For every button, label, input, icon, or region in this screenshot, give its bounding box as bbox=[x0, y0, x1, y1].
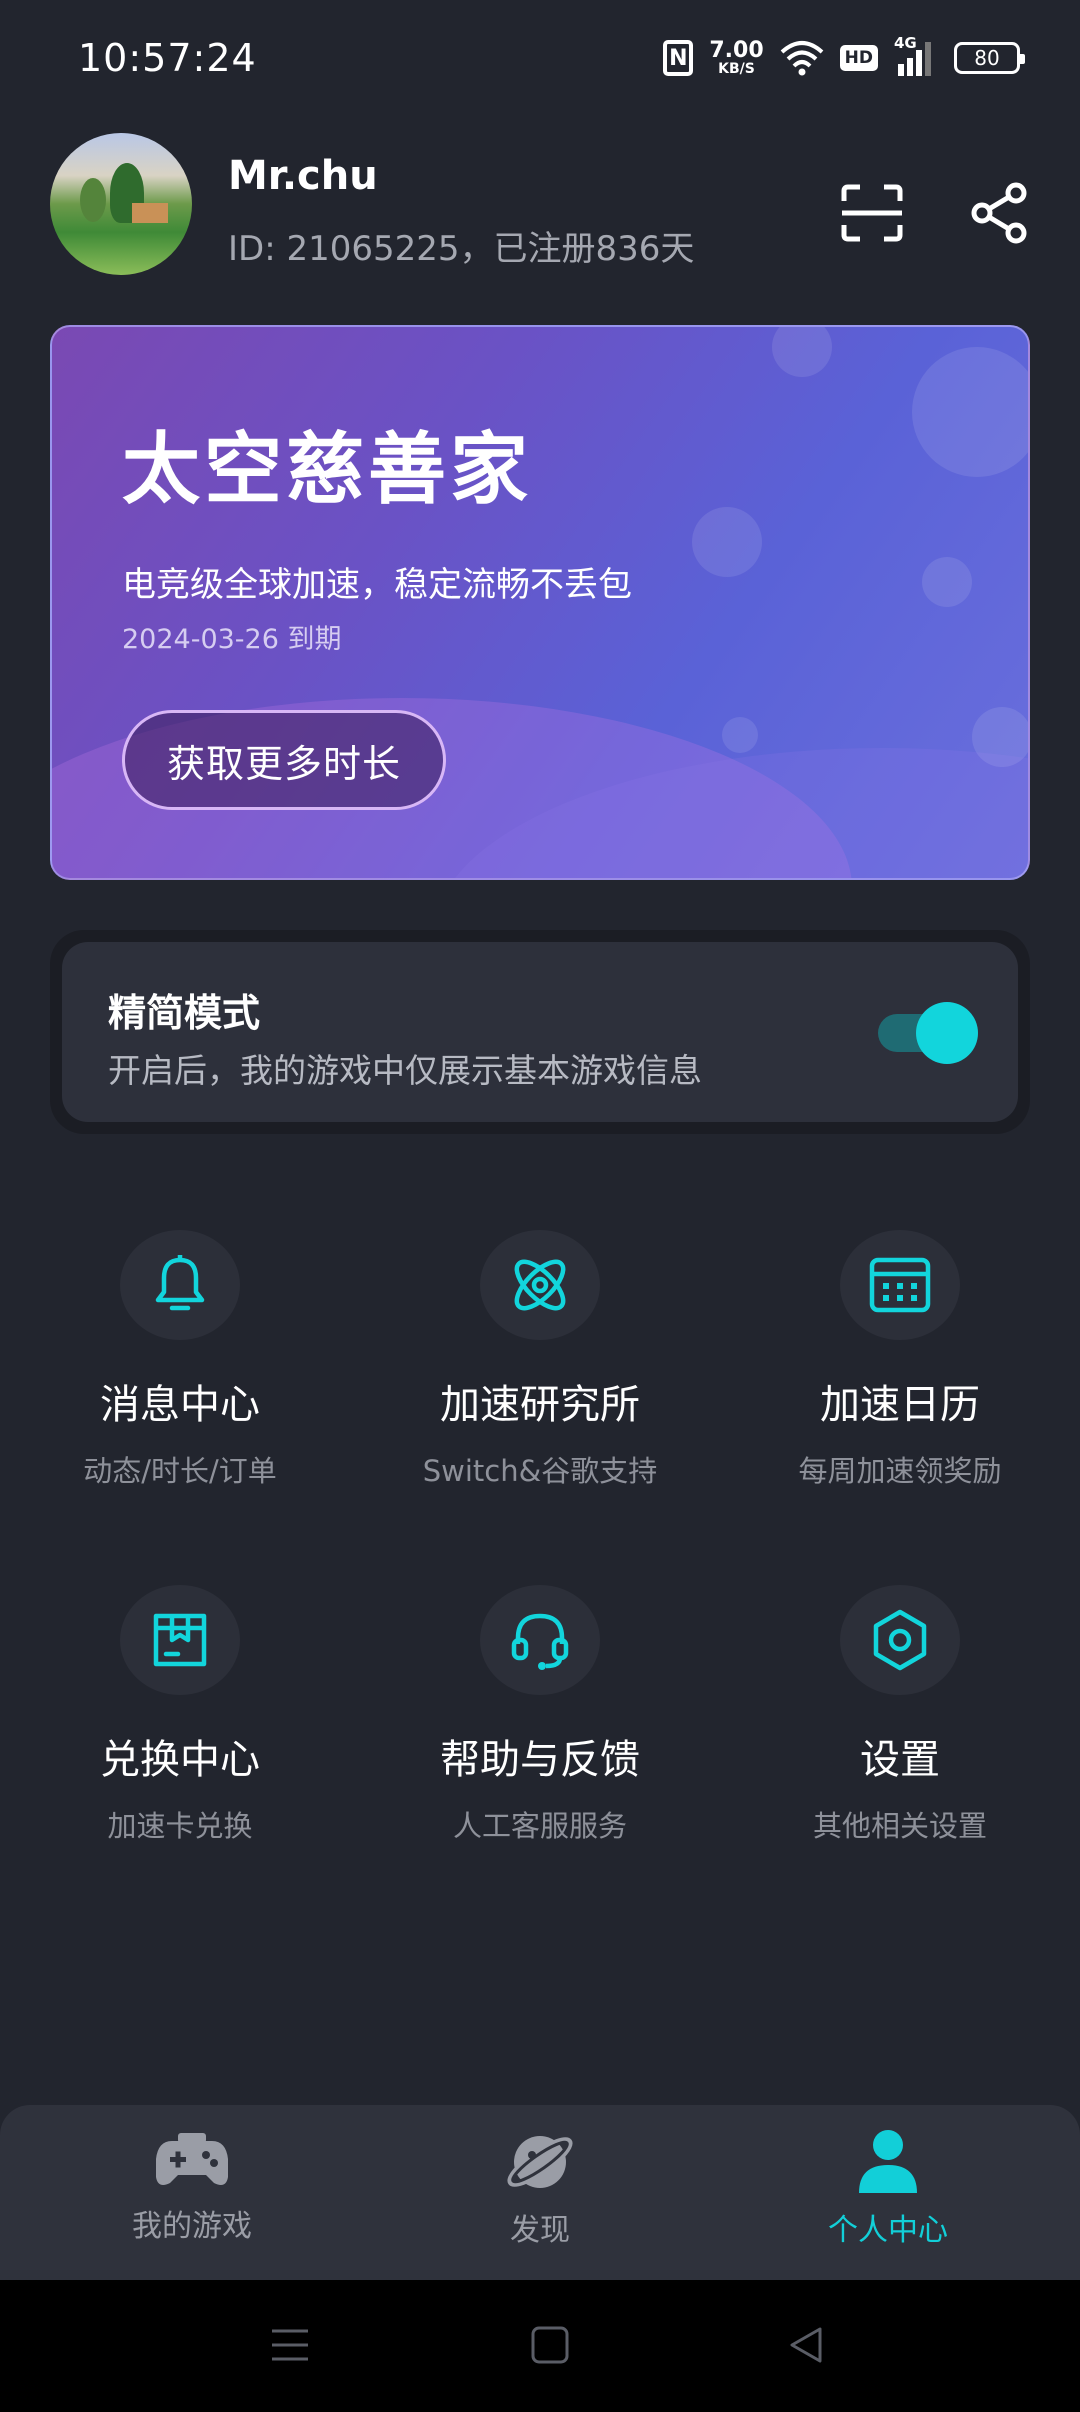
wifi-icon bbox=[780, 40, 824, 76]
menu-label: 加速日历 bbox=[820, 1382, 980, 1428]
bell-icon bbox=[120, 1230, 240, 1340]
vip-title: 太空慈善家 bbox=[122, 425, 533, 515]
user-id: ID: 21065225，已注册836天 bbox=[228, 229, 695, 269]
nav-label: 发现 bbox=[510, 2213, 570, 2248]
planet-icon bbox=[507, 2136, 573, 2188]
menu-label: 兑换中心 bbox=[100, 1737, 260, 1783]
profile-header: Mr.chu ID: 21065225，已注册836天 bbox=[0, 125, 1080, 295]
network-type: 4G bbox=[894, 34, 917, 52]
card-decoration bbox=[972, 707, 1028, 767]
vip-description: 电竞级全球加速，稳定流畅不丢包 bbox=[122, 565, 632, 605]
home-button[interactable] bbox=[520, 2320, 580, 2370]
square-icon bbox=[531, 2326, 569, 2364]
hexagon-settings-icon bbox=[840, 1585, 960, 1695]
avatar[interactable] bbox=[50, 133, 192, 275]
scan-icon bbox=[841, 184, 903, 242]
menu-label: 加速研究所 bbox=[440, 1382, 640, 1428]
battery-icon: 80 bbox=[954, 42, 1025, 74]
calendar-icon bbox=[840, 1230, 960, 1340]
menu-icon bbox=[272, 2329, 308, 2361]
nav-tab-profile[interactable]: 个人中心 bbox=[768, 2127, 1008, 2249]
back-button[interactable] bbox=[776, 2320, 836, 2370]
simple-mode-toggle[interactable] bbox=[878, 1002, 978, 1064]
simple-mode-description: 开启后，我的游戏中仅展示基本游戏信息 bbox=[108, 1051, 702, 1090]
share-icon bbox=[971, 182, 1027, 244]
username: Mr.chu bbox=[228, 153, 378, 199]
simple-mode-title: 精简模式 bbox=[108, 991, 261, 1035]
nav-tab-my-games[interactable]: 我的游戏 bbox=[72, 2127, 312, 2245]
nfc-icon: N bbox=[663, 40, 694, 76]
nav-label: 我的游戏 bbox=[132, 2209, 252, 2244]
gift-box-icon bbox=[120, 1585, 240, 1695]
net-speed-value: 7.00 bbox=[709, 38, 764, 63]
signal-icon: 4G bbox=[894, 34, 938, 78]
card-decoration bbox=[922, 557, 972, 607]
net-speed-unit: KB/S bbox=[718, 61, 755, 77]
recent-apps-button[interactable] bbox=[260, 2320, 320, 2370]
status-bar: 10:57:24 N 7.00 KB/S HD 4G 80 bbox=[0, 0, 1080, 125]
menu-label: 帮助与反馈 bbox=[440, 1737, 640, 1783]
status-icons: N 7.00 KB/S HD 4G 80 bbox=[663, 34, 1025, 78]
menu-label: 消息中心 bbox=[100, 1382, 260, 1428]
menu-label: 设置 bbox=[860, 1737, 940, 1783]
scan-button[interactable] bbox=[836, 177, 908, 249]
atom-icon bbox=[480, 1230, 600, 1340]
vip-membership-card[interactable]: 太空慈善家 电竞级全球加速，稳定流畅不丢包 2024-03-26 到期 获取更多… bbox=[50, 325, 1030, 880]
battery-level: 80 bbox=[974, 46, 1000, 70]
hd-icon: HD bbox=[839, 45, 878, 71]
status-time: 10:57:24 bbox=[78, 36, 257, 80]
menu-sub: 其他相关设置 bbox=[812, 1809, 987, 1843]
card-decoration bbox=[722, 717, 758, 753]
menu-item-messages[interactable]: 消息中心 动态/时长/订单 bbox=[0, 1230, 360, 1490]
simple-mode-card: 精简模式 开启后，我的游戏中仅展示基本游戏信息 bbox=[62, 942, 1018, 1122]
menu-item-redeem[interactable]: 兑换中心 加速卡兑换 bbox=[0, 1585, 360, 1845]
menu-item-lab[interactable]: 加速研究所 Switch&谷歌支持 bbox=[360, 1230, 720, 1490]
headset-icon bbox=[480, 1585, 600, 1695]
menu-sub: 每周加速领奖励 bbox=[798, 1454, 1002, 1488]
menu-item-help[interactable]: 帮助与反馈 人工客服服务 bbox=[360, 1585, 720, 1845]
menu-sub: Switch&谷歌支持 bbox=[422, 1454, 658, 1488]
menu-item-calendar[interactable]: 加速日历 每周加速领奖励 bbox=[720, 1230, 1080, 1490]
nav-label: 个人中心 bbox=[828, 2213, 948, 2248]
bottom-navigation: 我的游戏 发现 个人中心 bbox=[0, 2105, 1080, 2280]
nav-tab-discover[interactable]: 发现 bbox=[420, 2127, 660, 2249]
person-icon bbox=[859, 2130, 917, 2193]
card-decoration bbox=[912, 347, 1028, 477]
back-triangle-icon bbox=[790, 2327, 822, 2363]
vip-expire-date: 2024-03-26 到期 bbox=[122, 624, 342, 655]
card-decoration bbox=[692, 507, 762, 577]
get-more-time-button[interactable]: 获取更多时长 bbox=[122, 710, 446, 810]
menu-item-settings[interactable]: 设置 其他相关设置 bbox=[720, 1585, 1080, 1845]
system-navigation-bar bbox=[0, 2280, 1080, 2412]
menu-sub: 加速卡兑换 bbox=[107, 1809, 253, 1843]
net-speed: 7.00 KB/S bbox=[709, 38, 764, 77]
menu-sub: 人工客服服务 bbox=[452, 1809, 627, 1843]
gamepad-icon bbox=[156, 2133, 228, 2185]
card-decoration bbox=[772, 327, 832, 377]
share-button[interactable] bbox=[964, 177, 1036, 249]
toggle-thumb bbox=[916, 1002, 978, 1064]
menu-sub: 动态/时长/订单 bbox=[83, 1454, 277, 1488]
